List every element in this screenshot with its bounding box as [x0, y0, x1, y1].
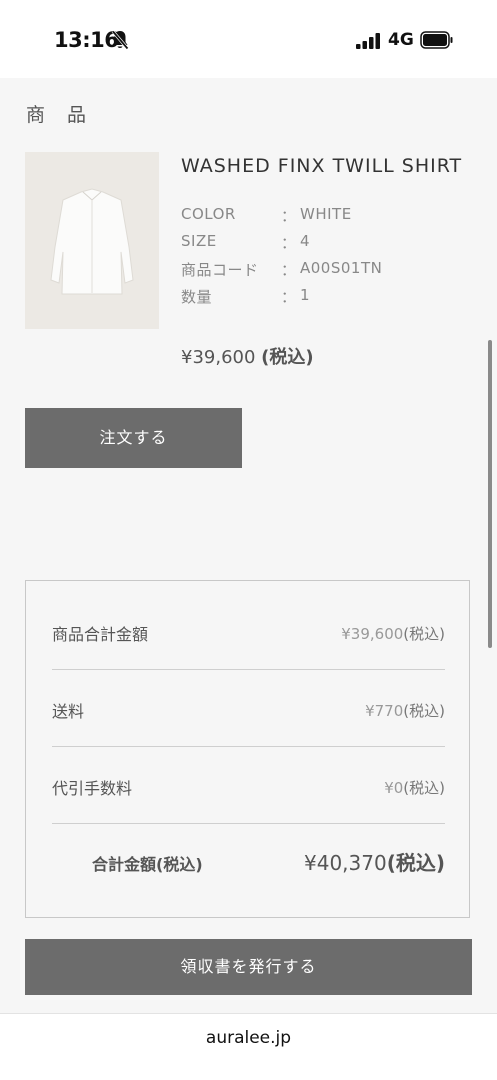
- attribute-separator: ：: [281, 234, 297, 252]
- section-title: 商品: [26, 104, 109, 126]
- summary-divider: [52, 746, 445, 747]
- summary-value: ¥770(税込): [365, 700, 445, 721]
- summary-amount: ¥39,600: [341, 625, 404, 643]
- summary-tax-label: (税込): [403, 625, 445, 643]
- summary-label: 代引手数料: [52, 779, 133, 798]
- scrollbar[interactable]: [488, 340, 492, 648]
- price-tax-label: (税込): [261, 347, 314, 368]
- summary-value: ¥0(税込): [384, 777, 445, 798]
- issue-receipt-button[interactable]: 領収書を発行する: [25, 939, 472, 995]
- attribute-value: A00S01TN: [300, 259, 383, 277]
- total-value: ¥40,370(税込): [304, 847, 445, 876]
- attribute-value: WHITE: [300, 205, 352, 223]
- summary-divider: [52, 823, 445, 824]
- total-label: 合計金額(税込): [92, 855, 203, 874]
- attribute-label: 商品コード: [181, 261, 259, 279]
- attribute-separator: ：: [281, 261, 297, 279]
- url-text[interactable]: auralee.jp: [0, 1028, 497, 1048]
- summary-amount: ¥770: [365, 702, 404, 720]
- summary-tax-label: (税込): [403, 702, 445, 720]
- summary-tax-label: (税込): [403, 779, 445, 797]
- battery-icon: [420, 31, 453, 49]
- attribute-label: 数量: [181, 288, 213, 306]
- status-time: 13:16: [54, 28, 119, 52]
- network-label: 4G: [388, 30, 414, 50]
- summary-amount: ¥0: [384, 779, 404, 797]
- bell-slash-icon: [111, 30, 129, 50]
- order-button[interactable]: 注文する: [25, 408, 242, 468]
- attribute-label: COLOR: [181, 205, 236, 223]
- price-amount: ¥39,600: [181, 347, 262, 368]
- product-price: ¥39,600 (税込): [181, 343, 314, 369]
- attribute-separator: ：: [281, 288, 297, 306]
- browser-url-bar[interactable]: auralee.jp: [0, 1013, 497, 1080]
- attribute-value: 4: [300, 232, 311, 250]
- product-image[interactable]: [25, 152, 159, 329]
- product-name[interactable]: WASHED FINX TWILL SHIRT: [181, 155, 462, 177]
- summary-divider: [52, 669, 445, 670]
- total-tax-label: (税込): [386, 851, 445, 875]
- attribute-label: SIZE: [181, 232, 217, 250]
- summary-value: ¥39,600(税込): [341, 623, 445, 644]
- attribute-separator: ：: [281, 207, 297, 225]
- summary-label: 商品合計金額: [52, 625, 149, 644]
- order-summary: 商品合計金額 ¥39,600(税込) 送料 ¥770(税込) 代引手数料 ¥0(…: [25, 580, 470, 918]
- total-amount: ¥40,370: [304, 851, 387, 875]
- shirt-icon: [50, 188, 134, 295]
- status-bar: 13:16 4G: [0, 0, 497, 78]
- signal-icon: [356, 33, 380, 49]
- summary-label: 送料: [52, 702, 85, 721]
- attribute-value: 1: [300, 286, 311, 304]
